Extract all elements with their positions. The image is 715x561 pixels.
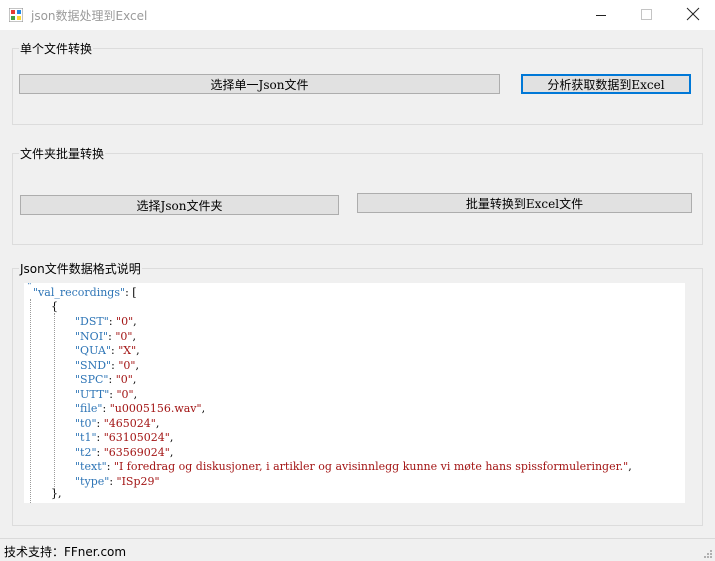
json-format-textbox[interactable]: " "val_recordings": [ { "DST": "0", "NOI"… bbox=[24, 283, 685, 503]
field-separator: , bbox=[132, 329, 136, 343]
field-separator: , bbox=[135, 358, 139, 372]
field-separator: , bbox=[169, 445, 174, 459]
code-line-field: "NOI": "0", bbox=[75, 329, 136, 343]
field-value: "0" bbox=[115, 329, 133, 343]
code-line-close-brace: }, bbox=[51, 487, 62, 500]
select-json-file-button[interactable]: 选择单一Json文件 bbox=[19, 74, 500, 94]
field-value: "u0005156.wav" bbox=[109, 402, 202, 415]
field-key: "t1" bbox=[75, 431, 97, 444]
code-line-field: "DST": "0", bbox=[75, 315, 137, 328]
field-value: "465024" bbox=[103, 416, 156, 430]
window-title: json数据处理到Excel bbox=[31, 9, 148, 23]
corner-quote: " bbox=[27, 283, 32, 292]
field-value: "63569024" bbox=[103, 445, 170, 459]
code-line-field: "SPC": "0", bbox=[75, 373, 137, 386]
code-line-field: "text": "I foredrag og diskusjoner, i ar… bbox=[75, 460, 632, 473]
format-group-title: Json文件数据格式说明 bbox=[19, 260, 142, 277]
minimize-icon bbox=[596, 15, 606, 16]
field-separator: , bbox=[136, 344, 140, 357]
minimize-button[interactable] bbox=[578, 0, 624, 30]
field-value: "I foredrag og diskusjoner, i artikler o… bbox=[113, 460, 629, 473]
field-separator: , bbox=[133, 315, 137, 328]
code-line-open-brace: { bbox=[51, 300, 58, 313]
code-line-field: "SND": "0", bbox=[75, 358, 139, 372]
close-button[interactable] bbox=[669, 0, 715, 30]
field-value: "ISp29" bbox=[116, 474, 160, 488]
single-file-group-title: 单个文件转换 bbox=[19, 40, 94, 57]
field-key: "NOI" bbox=[75, 329, 109, 343]
title-bar: json数据处理到Excel bbox=[0, 0, 715, 30]
field-key: "text" bbox=[75, 460, 107, 473]
field-separator: , bbox=[628, 460, 632, 473]
field-separator: , bbox=[155, 416, 160, 430]
field-value: "0" bbox=[118, 358, 136, 372]
field-key: "type" bbox=[75, 474, 110, 488]
field-separator: , bbox=[169, 431, 174, 444]
field-key: "SPC" bbox=[75, 373, 109, 386]
field-key: "UTT" bbox=[75, 387, 110, 401]
field-value: "63105024" bbox=[103, 431, 170, 444]
resize-grip-icon[interactable] bbox=[702, 548, 712, 558]
indent-guide bbox=[30, 299, 31, 503]
code-line-field: "file": "u0005156.wav", bbox=[75, 402, 206, 415]
code-line-field: "UTT": "0", bbox=[75, 387, 138, 401]
field-separator: , bbox=[201, 402, 206, 415]
field-separator: , bbox=[132, 373, 137, 386]
field-value: "X" bbox=[118, 344, 137, 357]
app-icon bbox=[9, 8, 23, 22]
batch-convert-button[interactable]: 批量转换到Excel文件 bbox=[357, 193, 692, 213]
status-bar: 技术支持：FFner.com bbox=[0, 538, 715, 561]
field-key: "DST" bbox=[75, 315, 109, 328]
code-line-root: "val_recordings": [ bbox=[33, 286, 137, 299]
maximize-icon bbox=[641, 9, 652, 20]
field-value: "0" bbox=[116, 315, 134, 328]
field-separator: , bbox=[133, 387, 138, 401]
analyze-to-excel-button[interactable]: 分析获取数据到Excel bbox=[521, 74, 691, 94]
code-line-field: "t2": "63569024", bbox=[75, 445, 174, 459]
field-key: "QUA" bbox=[75, 344, 112, 357]
maximize-button[interactable] bbox=[623, 0, 669, 30]
field-value: "0" bbox=[116, 387, 134, 401]
field-key: "t2" bbox=[75, 445, 97, 459]
status-text: 技术支持：FFner.com bbox=[4, 545, 127, 559]
field-key: "file" bbox=[75, 402, 103, 415]
select-json-folder-button[interactable]: 选择Json文件夹 bbox=[20, 195, 339, 215]
field-value: "0" bbox=[115, 373, 133, 386]
root-key: "val_recordings" bbox=[33, 286, 126, 299]
code-line-field: "type": "ISp29" bbox=[75, 474, 160, 488]
field-key: "t0" bbox=[75, 416, 97, 430]
field-key: "SND" bbox=[75, 358, 112, 372]
code-line-field: "t0": "465024", bbox=[75, 416, 160, 430]
indent-guide bbox=[54, 313, 55, 489]
code-line-field: "QUA": "X", bbox=[75, 344, 140, 357]
close-icon bbox=[686, 7, 700, 21]
folder-batch-group-title: 文件夹批量转换 bbox=[19, 145, 106, 162]
code-line-field: "t1": "63105024", bbox=[75, 431, 174, 444]
